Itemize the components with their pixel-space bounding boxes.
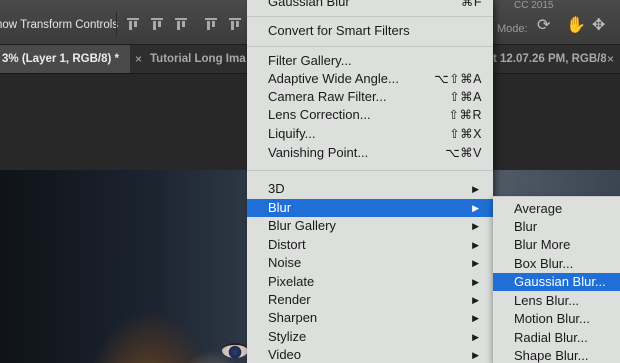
submenu-item-label: Motion Blur... — [514, 311, 590, 326]
submenu-item-average[interactable]: Average — [493, 200, 620, 218]
menu-item-shortcut: ⌘F — [460, 0, 482, 9]
submenu-arrow-icon: ▶ — [472, 258, 479, 268]
submenu-item-gaussian-blur[interactable]: Gaussian Blur... — [493, 273, 620, 291]
menu-item-label: Video — [268, 347, 302, 362]
menu-item-label: Blur — [268, 200, 292, 215]
submenu-arrow-icon: ▶ — [472, 203, 479, 213]
menu-item-distort[interactable]: Distort ▶ — [247, 236, 493, 254]
menu-item-label: Blur Gallery — [268, 218, 336, 233]
menu-item-lens-correction[interactable]: Lens Correction... ⇧⌘R — [247, 106, 493, 124]
submenu-item-label: Radial Blur... — [514, 330, 588, 345]
submenu-arrow-icon: ▶ — [472, 184, 479, 194]
menu-item-label: Adaptive Wide Angle... — [268, 71, 399, 86]
menu-item-noise[interactable]: Noise ▶ — [247, 254, 493, 272]
menu-item-last-filter[interactable]: Gaussian Blur ⌘F — [247, 0, 493, 11]
submenu-item-label: Blur — [514, 219, 538, 234]
menu-separator — [247, 16, 493, 17]
photo-eye-detail — [222, 343, 248, 358]
align-bottom-icon[interactable] — [175, 18, 187, 32]
submenu-item-label: Average — [514, 201, 563, 216]
menu-item-camera-raw-filter[interactable]: Camera Raw Filter... ⇧⌘A — [247, 88, 493, 106]
menu-item-3d[interactable]: 3D ▶ — [247, 180, 493, 198]
align-vertical-center-icon[interactable] — [151, 18, 163, 32]
menu-item-render[interactable]: Render ▶ — [247, 291, 493, 309]
align-horizontal-center-icon[interactable] — [229, 18, 241, 32]
menu-item-label: Filter Gallery... — [268, 53, 352, 68]
menu-item-adaptive-wide-angle[interactable]: Adaptive Wide Angle... ⌥⇧⌘A — [247, 70, 493, 88]
submenu-item-label: Lens Blur... — [514, 293, 580, 308]
menu-item-label: Render — [268, 292, 311, 307]
menu-item-shortcut: ⇧⌘X — [449, 127, 482, 141]
submenu-item-shape-blur[interactable]: Shape Blur... — [493, 347, 620, 363]
submenu-arrow-icon: ▶ — [472, 350, 479, 360]
blur-submenu: Average Blur Blur More Box Blur... Gauss… — [493, 196, 620, 363]
filter-menu: Gaussian Blur ⌘F Convert for Smart Filte… — [247, 0, 493, 363]
tab-title: t 12.07.26 PM, RGB/8) — [493, 53, 606, 65]
menu-item-filter-gallery[interactable]: Filter Gallery... — [247, 52, 493, 70]
submenu-item-blur-more[interactable]: Blur More — [493, 236, 620, 254]
toolbar-divider — [116, 12, 117, 36]
tab-close-icon[interactable]: × — [607, 45, 614, 73]
photoshop-window: now Transform Controls CC 2015 Mode: ⟳ ✋… — [0, 0, 620, 363]
menu-item-label: Distort — [268, 237, 306, 252]
submenu-arrow-icon: ▶ — [472, 221, 479, 231]
submenu-item-label: Gaussian Blur... — [514, 274, 606, 289]
menu-item-shortcut: ⇧⌘A — [449, 90, 482, 104]
submenu-item-motion-blur[interactable]: Motion Blur... — [493, 310, 620, 328]
menu-item-vanishing-point[interactable]: Vanishing Point... ⌥⌘V — [247, 144, 493, 162]
menu-item-blur[interactable]: Blur ▶ — [247, 199, 493, 217]
menu-item-label: Pixelate — [268, 274, 315, 289]
3d-mode-label: Mode: — [497, 23, 528, 35]
submenu-arrow-icon: ▶ — [472, 295, 479, 305]
tab-screenshot-document[interactable]: t 12.07.26 PM, RGB/8) — [493, 45, 606, 73]
menu-separator — [247, 170, 493, 171]
submenu-item-box-blur[interactable]: Box Blur... — [493, 255, 620, 273]
menu-item-label: 3D — [268, 181, 285, 196]
pan-icon[interactable]: ✋ — [566, 18, 586, 34]
submenu-item-label: Shape Blur... — [514, 348, 589, 363]
move-3d-icon[interactable]: ✥ — [592, 18, 605, 34]
tab-tutorial-document[interactable]: Tutorial Long Ima — [150, 45, 248, 73]
menu-item-liquify[interactable]: Liquify... ⇧⌘X — [247, 125, 493, 143]
menu-item-label: Lens Correction... — [268, 107, 371, 122]
menu-item-pixelate[interactable]: Pixelate ▶ — [247, 273, 493, 291]
menu-item-label: Liquify... — [268, 126, 316, 141]
submenu-arrow-icon: ▶ — [472, 240, 479, 250]
menu-separator — [247, 46, 493, 47]
align-left-icon[interactable] — [205, 18, 217, 32]
submenu-item-label: Blur More — [514, 237, 571, 252]
submenu-item-lens-blur[interactable]: Lens Blur... — [493, 292, 620, 310]
menu-item-label: Vanishing Point... — [268, 145, 369, 160]
menu-item-label: Camera Raw Filter... — [268, 89, 387, 104]
menu-item-video[interactable]: Video ▶ — [247, 346, 493, 363]
menu-item-label: Sharpen — [268, 310, 318, 325]
menu-item-shortcut: ⌥⇧⌘A — [434, 72, 482, 86]
app-version-label: CC 2015 — [514, 0, 554, 11]
menu-item-blur-gallery[interactable]: Blur Gallery ▶ — [247, 217, 493, 235]
show-transform-controls-label[interactable]: now Transform Controls — [0, 19, 118, 31]
menu-item-stylize[interactable]: Stylize ▶ — [247, 328, 493, 346]
menu-item-label: Stylize — [268, 329, 307, 344]
submenu-item-blur[interactable]: Blur — [493, 218, 620, 236]
3d-orbit-icon[interactable]: ⟳ — [537, 18, 550, 34]
menu-item-sharpen[interactable]: Sharpen ▶ — [247, 309, 493, 327]
tab-title: Tutorial Long Ima — [150, 53, 246, 65]
align-top-icon[interactable] — [127, 18, 139, 32]
menu-item-shortcut: ⌥⌘V — [445, 146, 482, 160]
submenu-item-label: Box Blur... — [514, 256, 574, 271]
menu-item-label: Noise — [268, 255, 302, 270]
menu-item-label: Convert for Smart Filters — [268, 23, 410, 38]
submenu-arrow-icon: ▶ — [472, 313, 479, 323]
submenu-item-radial-blur[interactable]: Radial Blur... — [493, 329, 620, 347]
menu-item-shortcut: ⇧⌘R — [448, 108, 482, 122]
tab-close-icon[interactable]: × — [135, 45, 142, 73]
tab-active-document[interactable]: 3% (Layer 1, RGB/8) * — [0, 45, 130, 73]
menu-item-convert-smart-filters[interactable]: Convert for Smart Filters — [247, 22, 493, 40]
submenu-arrow-icon: ▶ — [472, 277, 479, 287]
submenu-arrow-icon: ▶ — [472, 332, 479, 342]
tab-title: 3% (Layer 1, RGB/8) * — [2, 53, 119, 65]
menu-item-label: Gaussian Blur — [268, 0, 350, 9]
